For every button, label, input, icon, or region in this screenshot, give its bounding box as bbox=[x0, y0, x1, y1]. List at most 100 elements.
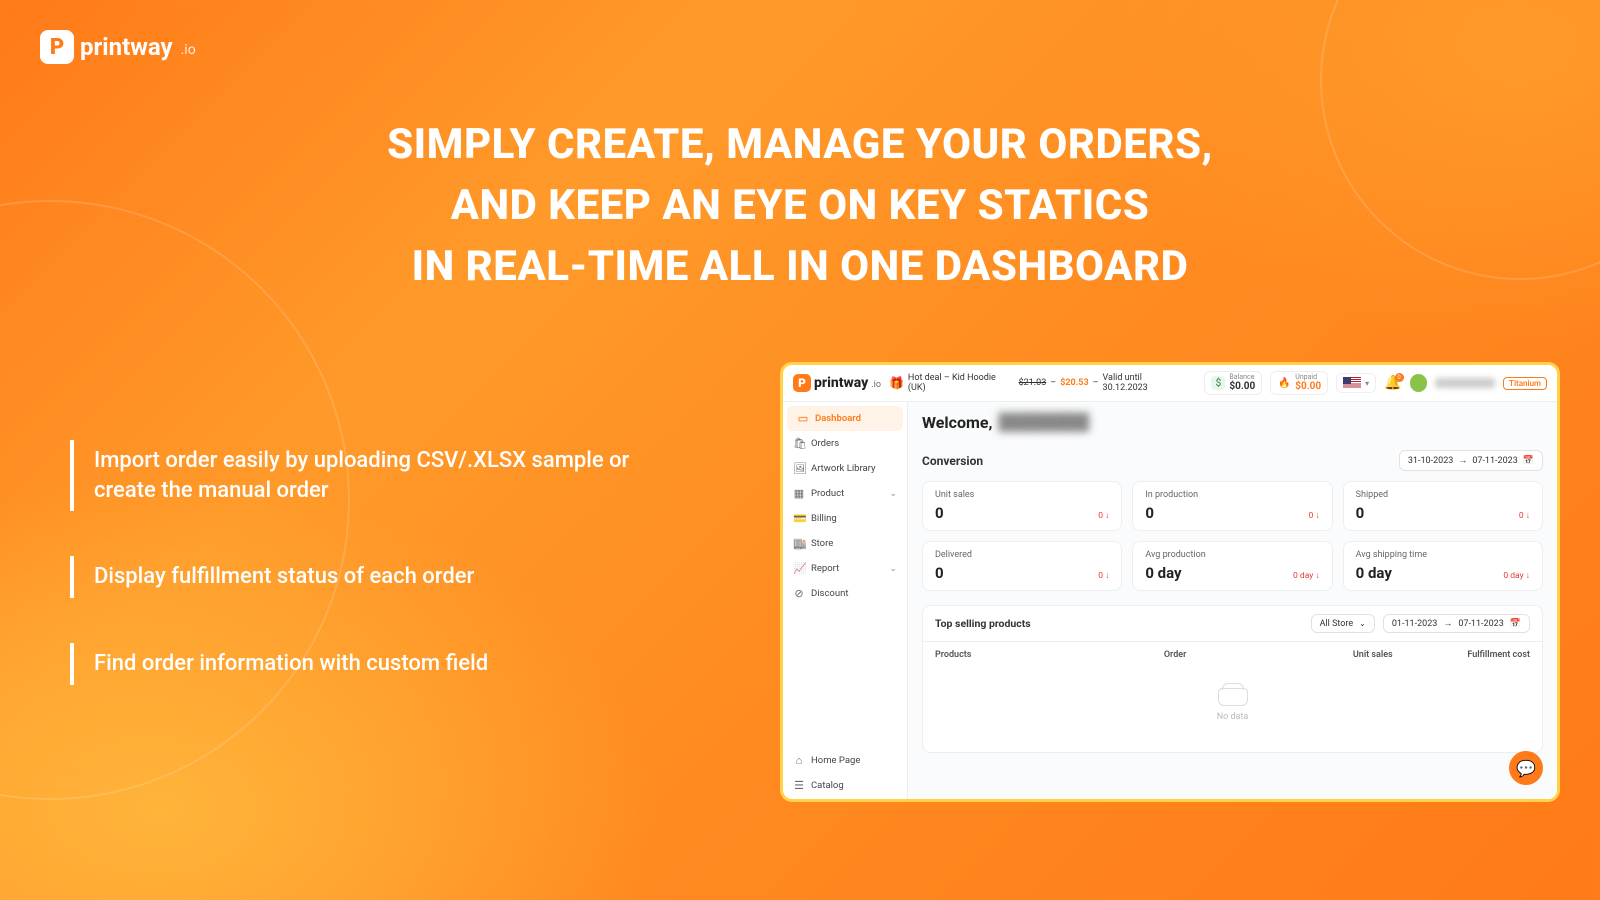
hot-deal-text: Hot deal – Kid Hoodie (UK) bbox=[908, 373, 1015, 393]
nav-label: Orders bbox=[811, 438, 839, 449]
store-filter[interactable]: All Store ⌄ bbox=[1311, 614, 1375, 633]
brand-logo-badge: P bbox=[40, 30, 74, 64]
nav-artwork-library[interactable]: 🖼 Artwork Library bbox=[783, 456, 907, 481]
conversion-title: Conversion bbox=[922, 454, 983, 468]
card-delivered: Delivered 00 ↓ bbox=[922, 541, 1122, 591]
user-name-blurred bbox=[1435, 378, 1495, 388]
locale-selector[interactable]: ▾ bbox=[1336, 373, 1376, 393]
product-icon: ▦ bbox=[793, 487, 805, 500]
feature-bullets: Import order easily by uploading CSV/.XL… bbox=[70, 440, 630, 730]
nav-product[interactable]: ▦ Product ⌄ bbox=[783, 481, 907, 506]
catalog-icon: ☰ bbox=[793, 779, 805, 792]
top-selling-date-range[interactable]: 01-11-2023 → 07-11-2023 📅 bbox=[1383, 614, 1530, 633]
date-range-picker[interactable]: 31-10-2023 → 07-11-2023 📅 bbox=[1399, 450, 1543, 471]
orders-icon: 🛍 bbox=[793, 437, 805, 450]
card-unit-sales: Unit sales 00 ↓ bbox=[922, 481, 1122, 531]
welcome-heading: Welcome, ████████ bbox=[922, 412, 1543, 432]
nav-label: Catalog bbox=[811, 780, 844, 791]
tier-badge: Titanium bbox=[1503, 377, 1547, 390]
top-selling-columns: Products Order Unit sales Fulfillment co… bbox=[922, 642, 1543, 668]
unpaid-value: $0.00 bbox=[1295, 381, 1321, 392]
col-order: Order bbox=[1164, 650, 1278, 660]
discount-icon: ⊘ bbox=[793, 587, 805, 600]
nav-billing[interactable]: 💳 Billing bbox=[783, 506, 907, 531]
nav-label: Report bbox=[811, 563, 839, 574]
nav-report[interactable]: 📈 Report ⌄ bbox=[783, 556, 907, 581]
avatar[interactable] bbox=[1410, 374, 1428, 392]
stat-cards: Unit sales 00 ↓ In production 00 ↓ Shipp… bbox=[922, 481, 1543, 591]
nav-dashboard[interactable]: ▭ Dashboard bbox=[787, 406, 903, 431]
hero-line-2: AND KEEP AN EYE ON KEY STATICS bbox=[451, 181, 1150, 230]
nav-label: Store bbox=[811, 538, 833, 549]
notification-badge: 0 bbox=[1395, 373, 1404, 382]
hot-deal-banner[interactable]: 🎁 Hot deal – Kid Hoodie (UK) $21.03 – $2… bbox=[889, 373, 1188, 393]
calendar-icon: 📅 bbox=[1510, 619, 1521, 629]
sidebar: ‹ ▭ Dashboard 🛍 Orders 🖼 Artwork Library… bbox=[783, 402, 908, 802]
col-fulfillment-cost: Fulfillment cost bbox=[1393, 650, 1530, 660]
hero-headline: SIMPLY CREATE, MANAGE YOUR ORDERS, AND K… bbox=[150, 115, 1450, 298]
brand-logo-text: printway bbox=[80, 33, 173, 61]
welcome-name-blurred: ████████ bbox=[998, 412, 1089, 432]
nav-discount[interactable]: ⊘ Discount bbox=[783, 581, 907, 606]
empty-box-icon bbox=[1218, 688, 1248, 706]
chat-icon: 💬 bbox=[1516, 759, 1536, 778]
brand-logo: P printway .io bbox=[40, 30, 196, 64]
balance-box[interactable]: $ Balance $0.00 bbox=[1204, 371, 1262, 395]
hot-deal-valid: Valid until 30.12.2023 bbox=[1103, 373, 1189, 393]
balance-value: $0.00 bbox=[1229, 381, 1255, 392]
dashboard-icon: ▭ bbox=[797, 412, 809, 425]
date-to: 07-11-2023 bbox=[1472, 456, 1517, 466]
hero-line-3: IN REAL-TIME ALL IN ONE DASHBOARD bbox=[412, 242, 1189, 291]
hot-deal-old-price: $21.03 bbox=[1019, 378, 1047, 388]
topbar: P printway .io 🎁 Hot deal – Kid Hoodie (… bbox=[783, 365, 1557, 402]
app-logo-text: printway bbox=[814, 375, 868, 391]
nav-label: Billing bbox=[811, 513, 837, 524]
gift-icon: 🎁 bbox=[889, 376, 904, 390]
nav-label: Dashboard bbox=[815, 413, 861, 424]
unpaid-icon: 🔥 bbox=[1277, 376, 1291, 390]
chat-fab[interactable]: 💬 bbox=[1509, 751, 1543, 785]
card-shipped: Shipped 00 ↓ bbox=[1343, 481, 1543, 531]
artwork-icon: 🖼 bbox=[793, 462, 805, 475]
top-selling-header: Top selling products All Store ⌄ 01-11-2… bbox=[922, 605, 1543, 642]
nav-label: Discount bbox=[811, 588, 848, 599]
report-icon: 📈 bbox=[793, 562, 805, 575]
bullet-3: Find order information with custom field bbox=[70, 643, 630, 685]
hero-line-1: SIMPLY CREATE, MANAGE YOUR ORDERS, bbox=[387, 120, 1213, 169]
chevron-down-icon: ⌄ bbox=[1359, 619, 1366, 628]
card-avg-shipping: Avg shipping time 0 day0 day ↓ bbox=[1343, 541, 1543, 591]
main-content: Welcome, ████████ Conversion 31-10-2023 … bbox=[908, 402, 1557, 802]
calendar-icon: 📅 bbox=[1523, 456, 1534, 466]
billing-icon: 💳 bbox=[793, 512, 805, 525]
col-unit-sales: Unit sales bbox=[1278, 650, 1392, 660]
balance-icon: $ bbox=[1211, 376, 1225, 390]
nav-orders[interactable]: 🛍 Orders bbox=[783, 431, 907, 456]
app-logo-badge: P bbox=[793, 374, 811, 392]
home-icon: ⌂ bbox=[793, 754, 805, 767]
unpaid-box[interactable]: 🔥 Unpaid $0.00 bbox=[1270, 371, 1328, 395]
unpaid-label: Unpaid bbox=[1295, 374, 1321, 381]
nav-home-page[interactable]: ⌂ Home Page bbox=[783, 748, 907, 773]
top-selling-title: Top selling products bbox=[935, 617, 1031, 630]
notifications-button[interactable]: 🔔 0 bbox=[1384, 375, 1401, 391]
chevron-down-icon: ⌄ bbox=[889, 489, 897, 499]
date-from: 31-10-2023 bbox=[1408, 456, 1453, 466]
col-products: Products bbox=[935, 650, 1164, 660]
nav-store[interactable]: 🏬 Store bbox=[783, 531, 907, 556]
brand-logo-suffix: .io bbox=[181, 42, 196, 58]
bullet-1: Import order easily by uploading CSV/.XL… bbox=[70, 440, 630, 511]
nav-catalog[interactable]: ☰ Catalog bbox=[783, 773, 907, 798]
store-icon: 🏬 bbox=[793, 537, 805, 550]
chevron-down-icon: ⌄ bbox=[889, 564, 897, 574]
hot-deal-price: $20.53 bbox=[1060, 378, 1088, 388]
card-avg-production: Avg production 0 day0 day ↓ bbox=[1132, 541, 1332, 591]
bullet-2: Display fulfillment status of each order bbox=[70, 556, 630, 598]
dashboard-screenshot: P printway .io 🎁 Hot deal – Kid Hoodie (… bbox=[780, 362, 1560, 802]
app-logo-suffix: .io bbox=[871, 380, 881, 390]
empty-state: No data bbox=[922, 668, 1543, 753]
balance-label: Balance bbox=[1229, 374, 1255, 381]
app-logo[interactable]: P printway .io bbox=[793, 374, 881, 392]
nav-label: Product bbox=[811, 488, 844, 499]
nav-label: Home Page bbox=[811, 755, 860, 766]
flag-us-icon bbox=[1343, 377, 1361, 389]
